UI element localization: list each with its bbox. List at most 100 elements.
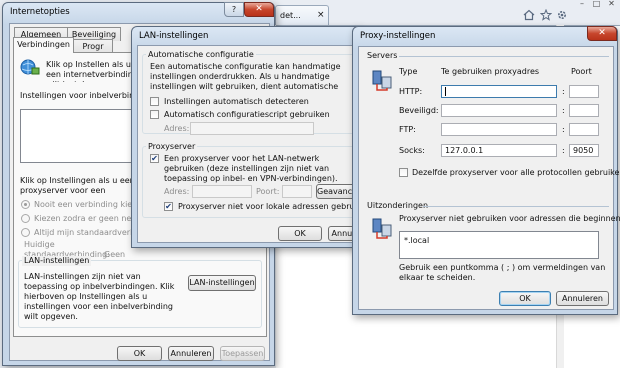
secure-address-input[interactable] [441, 104, 557, 117]
column-port: Poort [571, 67, 592, 76]
radio-always-dial-label: Altijd mijn standaardverbinding [34, 228, 140, 237]
dialup-label: Instellingen voor inbelverbindingen e [20, 91, 140, 100]
home-icon[interactable] [523, 9, 535, 21]
servers-separator [399, 56, 609, 57]
minimize-button[interactable]: – [575, 0, 589, 10]
maximize-button[interactable]: □ [590, 0, 603, 10]
proxy-cancel-button[interactable]: Annuleren [556, 291, 609, 306]
proxy-address-label: Adres: [164, 187, 190, 196]
secure-label: Beveiligd: [399, 106, 439, 115]
lan-ok-label: OK [294, 229, 306, 238]
http-address-input[interactable] [441, 85, 557, 98]
same-for-all-checkbox[interactable] [399, 168, 408, 177]
lan-settings-title: LAN-instellingen [139, 31, 209, 41]
star-icon[interactable] [539, 8, 553, 21]
radio-always-dial[interactable] [21, 228, 30, 237]
apply-label: Toepassen [221, 349, 264, 358]
auto-script-label: Automatisch configuratiescript gebruiken [164, 110, 330, 119]
proxy-ok-label: OK [519, 294, 531, 303]
lan-settings-group-title: LAN-instellingen [22, 256, 92, 266]
radio-never-dial[interactable] [21, 200, 30, 209]
exceptions-icon [371, 217, 393, 241]
proxy-close-button[interactable]: ✕ [587, 26, 617, 41]
tab-label: Verbindingen [17, 40, 70, 49]
lan-settings-window: LAN-instellingen Automatische configurat… [131, 26, 371, 248]
exceptions-label: Proxyserver niet gebruiken voor adressen… [399, 214, 620, 223]
tab-label: Beveiliging [71, 30, 117, 39]
same-for-all-label: Dezelfde proxyserver voor alle protocoll… [412, 168, 620, 177]
internet-options-close-button[interactable]: ✕ [244, 2, 274, 17]
browser-close-label: ✕ [608, 0, 615, 8]
ok-button[interactable]: OK [117, 346, 162, 361]
http-label: HTTP: [399, 87, 423, 96]
ftp-port-input[interactable] [569, 123, 599, 136]
proxy-address-input[interactable] [192, 185, 252, 198]
proxy-server-group-title: Proxyserver [146, 142, 198, 152]
http-colon: : [562, 87, 565, 96]
column-type: Type [399, 67, 418, 76]
network-globe-icon [20, 58, 40, 76]
auto-detect-checkbox[interactable] [150, 97, 159, 106]
radio-dial-when-no-network[interactable] [21, 214, 30, 223]
internet-options-title: Internetopties [10, 7, 70, 17]
socks-address-input[interactable]: 127.0.0.1 [441, 144, 557, 157]
auto-config-text: Een automatische configuratie kan handma… [150, 62, 341, 91]
lan-settings-button[interactable]: LAN-instellingen [188, 275, 256, 291]
tab-label: Progr [82, 42, 104, 51]
browser-close-button[interactable]: ✕ [604, 0, 619, 10]
apply-button[interactable]: Toepassen [220, 346, 265, 361]
close-icon: ✕ [598, 28, 606, 38]
auto-script-address-input[interactable] [190, 122, 314, 135]
auto-script-checkbox[interactable] [150, 110, 159, 119]
lan-settings-text: LAN-instellingen zijn niet van toepassin… [24, 272, 175, 321]
use-proxy-checkbox[interactable]: ✔ [150, 154, 159, 163]
cancel-button[interactable]: Annuleren [168, 346, 214, 361]
tab-verbindingen[interactable]: Verbindingen [13, 37, 74, 53]
ftp-address-input[interactable] [441, 123, 557, 136]
advanced-button[interactable]: Geavancee [316, 184, 356, 199]
proxy-port-input[interactable] [282, 185, 312, 198]
maximize-label: □ [592, 0, 601, 8]
cancel-label: Annuleren [170, 349, 212, 358]
secure-colon: : [562, 106, 565, 115]
exceptions-group-title: Uitzonderingen [367, 201, 429, 210]
help-icon: ? [231, 5, 237, 14]
gear-icon[interactable] [556, 9, 568, 21]
close-icon: ✕ [255, 4, 263, 14]
bypass-local-checkbox[interactable]: ✔ [164, 202, 173, 211]
radio-dial-when-no-network-label: Kiezen zodra er geen netwerkv [34, 214, 140, 223]
ok-label: OK [133, 349, 146, 358]
column-address: Te gebruiken proxyadres [441, 67, 540, 76]
exceptions-separator [423, 206, 609, 207]
exceptions-value: *.local [404, 236, 430, 245]
exceptions-textarea[interactable]: *.local [399, 231, 599, 259]
lan-settings-body: Automatische configuratie Een automatisc… [137, 45, 371, 243]
secure-port-input[interactable] [569, 104, 599, 117]
setup-text: Klik op Instellen als u een internetverb… [46, 60, 138, 82]
lan-settings-button-label: LAN-instellingen [189, 278, 255, 287]
socks-port-input[interactable]: 9050 [569, 144, 599, 157]
proxy-cancel-label: Annuleren [562, 294, 603, 303]
minimize-label: – [580, 0, 584, 8]
auto-detect-label: Instellingen automatisch detecteren [164, 97, 309, 106]
dialup-list[interactable] [20, 109, 140, 163]
browser-tab-title: det... [280, 11, 301, 20]
tab-close-icon[interactable]: × [317, 10, 325, 20]
tab-programmas[interactable]: Progr [73, 39, 113, 53]
proxy-ok-button[interactable]: OK [499, 291, 551, 306]
help-button[interactable]: ? [224, 2, 244, 17]
servers-group-title: Servers [367, 51, 398, 60]
http-port-input[interactable] [569, 85, 599, 98]
proxy-hint-text: Klik op Instellingen als u een proxyserv… [20, 176, 135, 195]
socks-colon: : [562, 146, 565, 155]
proxy-settings-title: Proxy-instellingen [360, 31, 436, 41]
proxy-port-label: Poort: [256, 187, 280, 196]
ftp-colon: : [562, 125, 565, 134]
default-connection-value: Geen [104, 250, 126, 259]
proxy-settings-window: Proxy-instellingen ✕ Servers Type Te geb… [352, 26, 620, 315]
proxy-settings-body: Servers Type Te gebruiken proxyadres Poo… [358, 46, 620, 310]
socks-label: Socks: [399, 146, 425, 155]
lan-ok-button[interactable]: OK [278, 226, 322, 241]
browser-tab[interactable]: det... × [275, 5, 329, 25]
auto-script-address-label: Adres: [164, 124, 190, 133]
